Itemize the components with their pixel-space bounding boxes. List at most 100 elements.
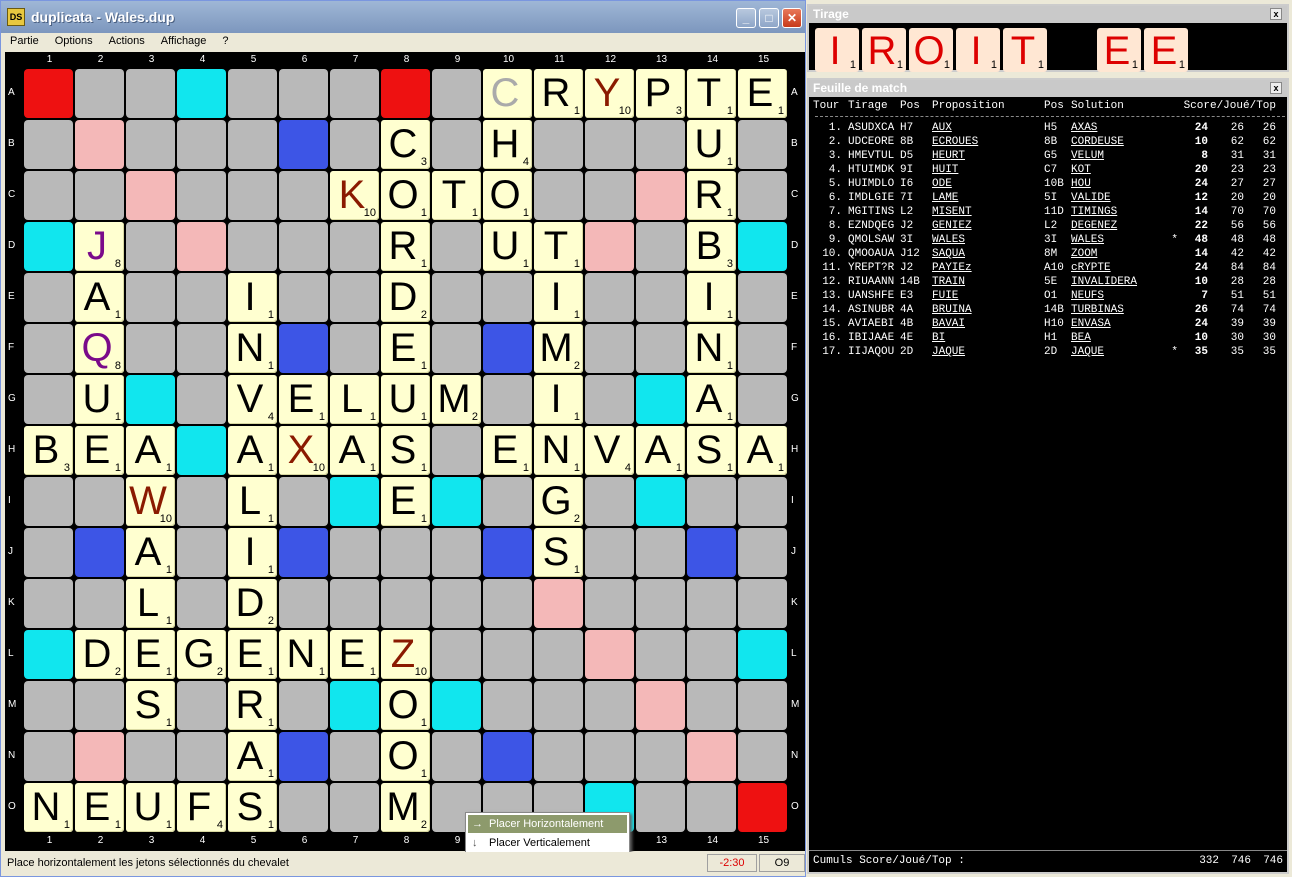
board-square[interactable]	[738, 579, 787, 628]
board-square[interactable]	[126, 375, 175, 424]
board-square[interactable]	[636, 273, 685, 322]
board-square[interactable]	[738, 528, 787, 577]
board-square[interactable]	[24, 273, 73, 322]
board-square[interactable]	[279, 222, 328, 271]
board-square[interactable]	[636, 579, 685, 628]
board-square[interactable]	[24, 528, 73, 577]
board-square[interactable]	[330, 120, 379, 169]
board-square[interactable]	[75, 120, 124, 169]
board-square[interactable]	[126, 732, 175, 781]
board-square[interactable]	[330, 732, 379, 781]
rack-tile[interactable]: O1	[909, 28, 953, 72]
board-square[interactable]	[687, 732, 736, 781]
menu-item-place-vertical[interactable]: ↓ Placer Verticalement	[468, 834, 627, 852]
board-square[interactable]	[177, 426, 226, 475]
board-square[interactable]	[279, 324, 328, 373]
board-square[interactable]	[636, 477, 685, 526]
board-square[interactable]	[381, 528, 430, 577]
board-square[interactable]	[585, 273, 634, 322]
board-square[interactable]	[636, 630, 685, 679]
rack-tile[interactable]: E1	[1144, 28, 1188, 72]
board-square[interactable]	[24, 222, 73, 271]
board-square[interactable]	[636, 681, 685, 730]
board-square[interactable]	[432, 579, 481, 628]
menu-help[interactable]: ?	[213, 33, 235, 47]
board-square[interactable]	[330, 69, 379, 118]
board-square[interactable]	[585, 732, 634, 781]
board-square[interactable]	[228, 171, 277, 220]
board-square[interactable]	[330, 273, 379, 322]
board-square[interactable]	[177, 477, 226, 526]
board-square[interactable]	[381, 579, 430, 628]
board-square[interactable]	[585, 375, 634, 424]
board-square[interactable]	[177, 171, 226, 220]
board-square[interactable]	[330, 324, 379, 373]
board-square[interactable]	[279, 528, 328, 577]
board-square[interactable]	[534, 579, 583, 628]
board-square[interactable]	[585, 477, 634, 526]
board-square[interactable]	[126, 120, 175, 169]
board-square[interactable]	[738, 171, 787, 220]
board-square[interactable]	[279, 732, 328, 781]
board-square[interactable]	[687, 528, 736, 577]
board-square[interactable]	[585, 528, 634, 577]
board-square[interactable]	[483, 273, 532, 322]
board-square[interactable]	[534, 120, 583, 169]
board-square[interactable]	[483, 477, 532, 526]
rack-tile[interactable]: T1	[1003, 28, 1047, 72]
board-square[interactable]	[534, 732, 583, 781]
board-square[interactable]	[177, 732, 226, 781]
board-square[interactable]	[432, 477, 481, 526]
board-square[interactable]	[738, 120, 787, 169]
board-square[interactable]	[75, 528, 124, 577]
board-square[interactable]	[687, 783, 736, 832]
board-square[interactable]	[126, 171, 175, 220]
board-square[interactable]	[483, 681, 532, 730]
board-square[interactable]	[585, 681, 634, 730]
board-square[interactable]	[534, 681, 583, 730]
board-square[interactable]	[24, 69, 73, 118]
board-square[interactable]	[126, 324, 175, 373]
board-square[interactable]	[75, 171, 124, 220]
board-square[interactable]	[432, 732, 481, 781]
board-square[interactable]	[177, 375, 226, 424]
board-square[interactable]	[483, 579, 532, 628]
board-square[interactable]	[24, 681, 73, 730]
board-square[interactable]	[177, 324, 226, 373]
board-square[interactable]	[534, 630, 583, 679]
board-square[interactable]	[330, 222, 379, 271]
board-square[interactable]	[585, 120, 634, 169]
board-square[interactable]	[75, 579, 124, 628]
board-square[interactable]	[432, 222, 481, 271]
board-square[interactable]	[279, 273, 328, 322]
board-square[interactable]	[24, 630, 73, 679]
menu-partie[interactable]: Partie	[1, 33, 46, 47]
board-square[interactable]	[330, 783, 379, 832]
board-square[interactable]	[177, 120, 226, 169]
board-square[interactable]	[687, 630, 736, 679]
maximize-button[interactable]: □	[759, 8, 779, 28]
menu-actions[interactable]: Actions	[100, 33, 152, 47]
board-square[interactable]	[432, 681, 481, 730]
board-square[interactable]	[432, 120, 481, 169]
board-square[interactable]	[483, 375, 532, 424]
board-square[interactable]	[279, 477, 328, 526]
board-square[interactable]	[636, 732, 685, 781]
board-square[interactable]	[738, 732, 787, 781]
board-square[interactable]	[381, 69, 430, 118]
board-square[interactable]	[177, 273, 226, 322]
board-square[interactable]	[738, 375, 787, 424]
board-square[interactable]	[75, 69, 124, 118]
board-square[interactable]	[24, 579, 73, 628]
board-square[interactable]	[483, 630, 532, 679]
board-square[interactable]	[483, 528, 532, 577]
board-square[interactable]	[177, 579, 226, 628]
board-square[interactable]	[738, 630, 787, 679]
scrabble-board[interactable]: 1122334455667788991010111112121313141415…	[5, 52, 805, 851]
board-square[interactable]	[585, 222, 634, 271]
board-square[interactable]	[738, 681, 787, 730]
board-square[interactable]	[738, 222, 787, 271]
board-square[interactable]	[483, 732, 532, 781]
board-square[interactable]	[636, 120, 685, 169]
board-square[interactable]	[330, 477, 379, 526]
